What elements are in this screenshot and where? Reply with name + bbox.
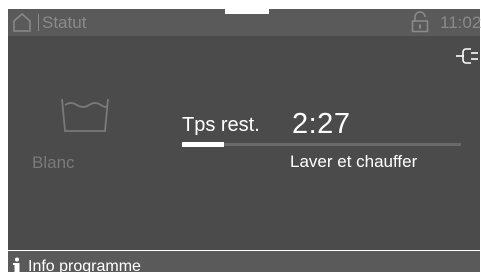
lock-icon[interactable] <box>411 11 429 33</box>
plug-icon <box>455 47 479 65</box>
wash-tub-icon <box>56 93 114 135</box>
clock: 11:02 <box>440 13 481 32</box>
program-name: Blanc <box>32 153 75 172</box>
top-notch <box>225 9 269 14</box>
info-programme-link[interactable]: Info programme <box>28 257 141 272</box>
program-phase: Laver et chauffer <box>290 152 418 171</box>
progress-bar <box>182 142 461 147</box>
remaining-time-label: Tps rest. <box>182 114 260 136</box>
info-bar[interactable]: Info programme <box>8 251 480 272</box>
progress-fill <box>182 142 224 147</box>
page-title: Statut <box>42 13 87 32</box>
info-icon <box>13 257 21 272</box>
program-panel: Blanc Tps rest. 2:27 Laver et chauffer <box>8 36 480 250</box>
remaining-time-value: 2:27 <box>292 108 351 140</box>
home-icon[interactable] <box>12 12 32 32</box>
title-separator <box>38 14 39 31</box>
washer-display: Statut 11:02 Blanc Tps rest. 2:27 Laver … <box>0 0 481 272</box>
